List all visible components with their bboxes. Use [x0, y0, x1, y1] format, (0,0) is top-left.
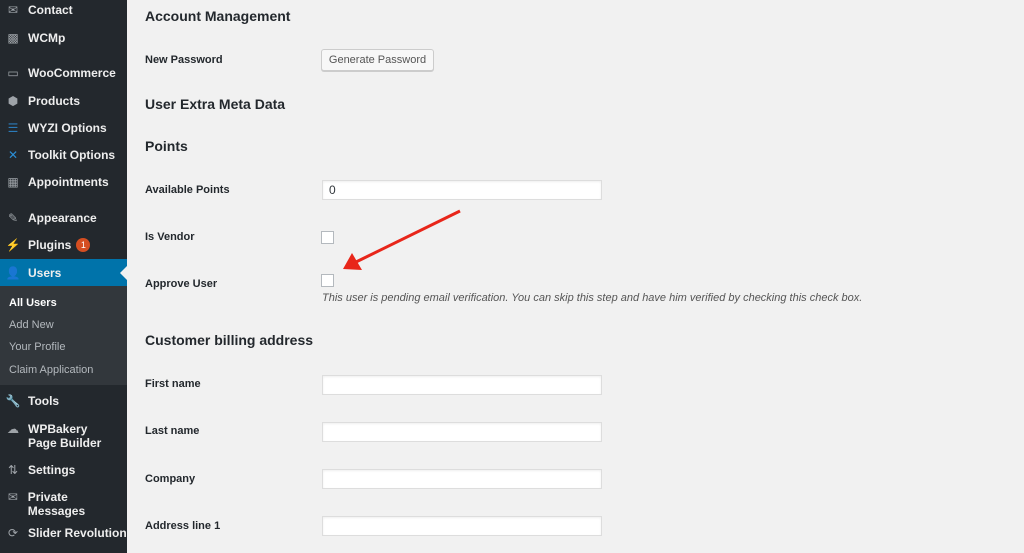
first-name-label: First name — [145, 378, 201, 390]
address-line-1-label: Address line 1 — [145, 520, 221, 532]
first-name-input[interactable] — [322, 375, 602, 395]
last-name-label: Last name — [145, 425, 200, 437]
company-label: Company — [145, 473, 196, 485]
company-input[interactable] — [322, 469, 602, 489]
address-line-1-input[interactable] — [322, 516, 602, 536]
billing-heading: Customer billing address — [145, 332, 314, 348]
last-name-input[interactable] — [322, 422, 602, 442]
